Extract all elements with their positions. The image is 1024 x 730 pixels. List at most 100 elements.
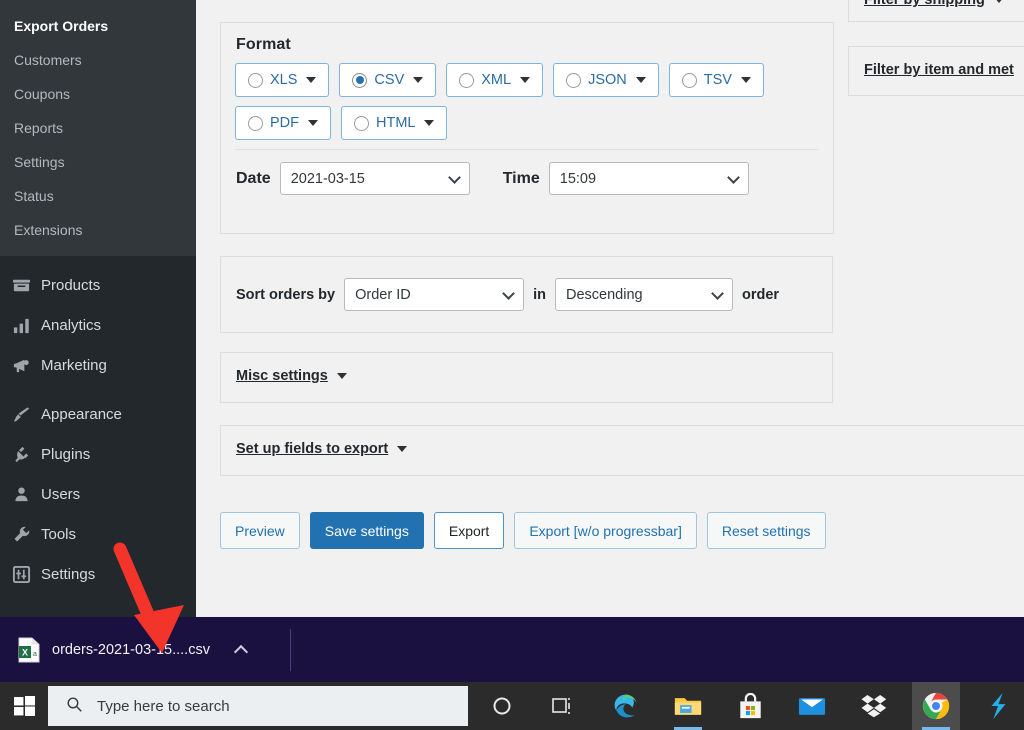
plugins-plug-icon [11, 444, 31, 464]
chevron-down-icon[interactable] [424, 120, 435, 126]
taskbar-icons [478, 682, 1022, 730]
chevron-down-icon [711, 286, 724, 300]
format-label: XML [481, 72, 512, 88]
radio-pdf[interactable] [248, 115, 263, 131]
windows-start-icon[interactable] [0, 682, 48, 730]
format-option-html[interactable]: HTML [341, 106, 448, 140]
screen: Export Orders Customers Coupons Reports … [0, 0, 1024, 730]
format-option-json[interactable]: JSON [553, 63, 659, 97]
dropbox-icon[interactable] [850, 682, 898, 730]
sort-direction-value: Descending [566, 286, 643, 303]
filter-by-item-link[interactable]: Filter by item and met [864, 62, 1014, 78]
submenu-item-export-orders[interactable]: Export Orders [0, 9, 196, 43]
format-option-tsv[interactable]: TSV [668, 63, 764, 97]
sidebar-item-users[interactable]: Users [0, 474, 196, 514]
submenu-item-status[interactable]: Status [0, 179, 196, 213]
time-select[interactable]: 15:09 [548, 162, 749, 195]
download-item[interactable]: X a orders-2021-03-15....csv [18, 627, 249, 673]
chrome-download-bar: X a orders-2021-03-15....csv [0, 617, 1024, 682]
submenu-item-coupons[interactable]: Coupons [0, 77, 196, 111]
chevron-down-icon[interactable] [635, 77, 646, 83]
snagit-icon[interactable] [974, 682, 1022, 730]
format-option-xml[interactable]: XML [446, 63, 544, 97]
chevron-down-icon[interactable] [740, 77, 751, 83]
chevron-down-icon[interactable] [306, 77, 317, 83]
sort-field-select[interactable]: Order ID [344, 278, 525, 311]
misc-settings-toggle[interactable]: Misc settings [221, 353, 832, 384]
format-label: PDF [270, 115, 299, 131]
save-settings-button[interactable]: Save settings [309, 512, 424, 549]
submenu-label: Status [14, 188, 54, 204]
filter-by-item-panel[interactable]: Filter by item and met [848, 46, 1024, 96]
chevron-down-icon[interactable] [413, 77, 424, 83]
filter-by-shipping-panel[interactable]: Filter by shipping [848, 0, 1024, 22]
settings-sliders-icon [11, 564, 31, 584]
products-icon [11, 275, 31, 295]
sidebar-item-marketing[interactable]: Marketing [0, 345, 196, 385]
radio-xls[interactable] [248, 72, 263, 88]
sidebar-item-appearance[interactable]: Appearance [0, 394, 196, 434]
format-option-pdf[interactable]: PDF [235, 106, 331, 140]
chevron-down-icon[interactable] [308, 120, 318, 126]
submenu-item-settings[interactable]: Settings [0, 145, 196, 179]
setup-fields-link[interactable]: Set up fields to export [236, 441, 388, 457]
submenu-item-customers[interactable]: Customers [0, 43, 196, 77]
export-without-progressbar-button[interactable]: Export [w/o progressbar] [514, 512, 697, 549]
format-panel-title: Format [236, 36, 291, 53]
misc-settings-panel[interactable]: Misc settings [220, 352, 833, 403]
menu-separator [0, 385, 196, 394]
format-option-xls[interactable]: XLS [235, 63, 330, 97]
sort-direction-select[interactable]: Descending [555, 278, 733, 311]
misc-settings-link[interactable]: Misc settings [236, 368, 328, 384]
admin-sidebar: Export Orders Customers Coupons Reports … [0, 0, 196, 617]
export-button[interactable]: Export [433, 512, 505, 549]
time-value: 15:09 [559, 170, 597, 187]
chrome-browser-icon[interactable] [912, 682, 960, 730]
date-label: Date [236, 169, 271, 187]
appearance-brush-icon [11, 404, 31, 424]
filter-by-shipping-toggle[interactable]: Filter by shipping [849, 0, 1024, 8]
reset-settings-button[interactable]: Reset settings [706, 512, 826, 549]
setup-fields-toggle[interactable]: Set up fields to export [221, 426, 1024, 457]
task-view-icon[interactable] [540, 682, 588, 730]
marketing-megaphone-icon [11, 355, 31, 375]
sidebar-item-label: Products [41, 276, 101, 294]
chevron-down-icon[interactable] [336, 373, 347, 379]
chevron-down-icon[interactable] [993, 0, 1004, 3]
radio-tsv[interactable] [681, 72, 697, 88]
filter-by-item-toggle[interactable]: Filter by item and met [849, 47, 1024, 78]
woocommerce-submenu: Export Orders Customers Coupons Reports … [0, 0, 196, 256]
file-explorer-icon[interactable] [664, 682, 712, 730]
sidebar-item-settings[interactable]: Settings [0, 554, 196, 594]
radio-csv[interactable] [352, 72, 368, 88]
mail-icon[interactable] [788, 682, 836, 730]
sidebar-item-analytics[interactable]: Analytics [0, 305, 196, 345]
chevron-down-icon[interactable] [520, 77, 531, 83]
submenu-item-reports[interactable]: Reports [0, 111, 196, 145]
cortana-icon[interactable] [478, 682, 526, 730]
radio-html[interactable] [354, 115, 369, 131]
submenu-item-extensions[interactable]: Extensions [0, 213, 196, 247]
chevron-up-icon[interactable] [233, 644, 249, 660]
radio-json[interactable] [566, 72, 582, 88]
microsoft-store-icon[interactable] [726, 682, 774, 730]
format-option-csv[interactable]: CSV [339, 63, 437, 97]
search-input[interactable]: Type here to search [48, 686, 468, 726]
format-row-2: PDF HTML [235, 106, 833, 140]
sidebar-item-label: Users [41, 485, 81, 503]
sidebar-item-products[interactable]: Products [0, 265, 196, 305]
sidebar-item-plugins[interactable]: Plugins [0, 434, 196, 474]
radio-xml[interactable] [459, 72, 475, 88]
chevron-down-icon[interactable] [397, 446, 408, 452]
format-label: CSV [374, 72, 405, 88]
filter-by-shipping-link[interactable]: Filter by shipping [864, 0, 985, 8]
setup-fields-panel[interactable]: Set up fields to export [220, 425, 1024, 476]
download-file-name: orders-2021-03-15....csv [52, 642, 210, 658]
action-button-row: Preview Save settings Export Export [w/o… [220, 512, 826, 549]
sidebar-item-tools[interactable]: Tools [0, 514, 196, 554]
edge-browser-icon[interactable] [602, 682, 650, 730]
preview-button[interactable]: Preview [220, 512, 300, 549]
format-row-1: XLS CSV XML JSON TSV [235, 63, 833, 97]
date-select[interactable]: 2021-03-15 [279, 162, 470, 195]
chevron-down-icon [502, 286, 515, 300]
